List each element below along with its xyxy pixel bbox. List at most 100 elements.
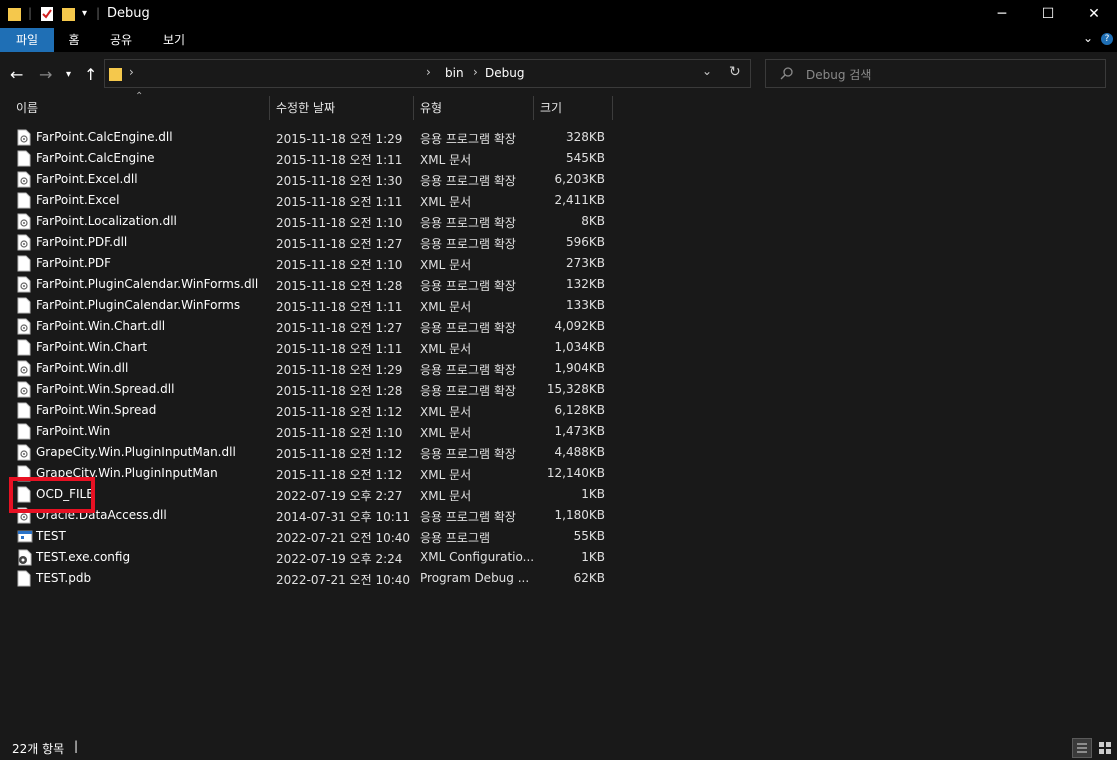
file-row[interactable]: FarPoint.Win.Spread.dll 2015-11-18 오전 1:2… — [13, 379, 613, 400]
file-type: 응용 프로그램 확장 — [420, 510, 516, 524]
tab-view[interactable]: 보기 — [155, 28, 193, 52]
title-bar: | ▾ | Debug ─ ☐ ✕ — [0, 0, 1117, 28]
address-bar[interactable]: › › bin › Debug ⌄ ↻ — [104, 59, 751, 88]
column-header-size[interactable]: 크기 — [540, 97, 610, 119]
dll-icon — [17, 129, 31, 146]
file-icon — [17, 339, 31, 356]
file-name: TEST.pdb — [36, 571, 92, 585]
file-row[interactable]: FarPoint.Win 2015-11-18 오전 1:10 XML 문서 1,47… — [13, 421, 613, 442]
window-title: Debug — [107, 6, 150, 21]
file-name: TEST.exe.config — [36, 550, 131, 564]
file-type: 응용 프로그램 확장 — [420, 279, 516, 293]
dll-icon — [17, 444, 31, 461]
file-size: 133KB — [565, 298, 605, 312]
column-header-name[interactable]: 이름 — [16, 97, 266, 119]
file-modified: 2015-11-18 오전 1:29 — [276, 363, 403, 377]
file-row[interactable]: TEST.exe.config 2022-07-19 오후 2:24 XML Con… — [13, 547, 613, 568]
file-type: XML Configuratio... — [420, 550, 535, 564]
file-row[interactable]: FarPoint.PDF 2015-11-18 오전 1:10 XML 문서 273K… — [13, 253, 613, 274]
file-row[interactable]: FarPoint.PDF.dll 2015-11-18 오전 1:27 응용 프로그… — [13, 232, 613, 253]
file-row[interactable]: FarPoint.Excel 2015-11-18 오전 1:11 XML 문서 2,… — [13, 190, 613, 211]
file-name: FarPoint.PluginCalendar.WinForms.dll — [36, 277, 259, 291]
up-icon[interactable]: ↑ — [84, 65, 97, 84]
file-size: 328KB — [565, 130, 605, 144]
file-row[interactable]: TEST 2022-07-21 오전 10:40 응용 프로그램 55KB — [13, 526, 613, 547]
tab-home[interactable]: 홈 — [56, 28, 92, 52]
file-row[interactable]: FarPoint.Localization.dll 2015-11-18 오전 1… — [13, 211, 613, 232]
file-type: XML 문서 — [420, 489, 472, 503]
column-divider[interactable] — [269, 96, 270, 120]
file-size: 273KB — [565, 256, 605, 270]
dll-icon — [17, 213, 31, 230]
column-header-type[interactable]: 유형 — [420, 97, 530, 119]
file-size: 62KB — [573, 571, 605, 585]
tab-file[interactable]: 파일 — [0, 28, 54, 52]
search-icon — [780, 67, 793, 80]
column-divider[interactable] — [533, 96, 534, 120]
back-icon[interactable]: ← — [10, 65, 23, 84]
file-modified: 2015-11-18 오전 1:11 — [276, 342, 403, 356]
file-row[interactable]: FarPoint.PluginCalendar.WinForms 2015-11-… — [13, 295, 613, 316]
search-box[interactable]: Debug 검색 — [765, 59, 1106, 88]
file-modified: 2014-07-31 오후 10:11 — [276, 510, 411, 524]
tab-share[interactable]: 공유 — [102, 28, 140, 52]
file-modified: 2015-11-18 오전 1:10 — [276, 258, 403, 272]
help-icon[interactable]: ? — [1101, 33, 1113, 45]
ribbon-expand-icon[interactable]: ⌄ — [1083, 31, 1093, 45]
file-size: 1KB — [581, 550, 605, 564]
file-row[interactable]: TEST.pdb 2022-07-21 오전 10:40 Program Debug… — [13, 568, 613, 589]
close-button[interactable]: ✕ — [1071, 0, 1117, 28]
recent-dropdown-icon[interactable]: ▾ — [66, 69, 71, 80]
column-divider[interactable] — [612, 96, 613, 120]
file-type: XML 문서 — [420, 468, 472, 482]
file-row[interactable]: FarPoint.PluginCalendar.WinForms.dll 2015… — [13, 274, 613, 295]
file-modified: 2022-07-19 오후 2:24 — [276, 552, 403, 566]
file-row[interactable]: GrapeCity.Win.PluginInputMan.dll 2015-11-… — [13, 442, 613, 463]
file-modified: 2015-11-18 오전 1:28 — [276, 279, 403, 293]
file-row[interactable]: FarPoint.Win.dll 2015-11-18 오전 1:29 응용 프로그… — [13, 358, 613, 379]
file-name: FarPoint.Win.dll — [36, 361, 129, 375]
file-row[interactable]: FarPoint.Win.Chart 2015-11-18 오전 1:11 XML … — [13, 337, 613, 358]
refresh-icon[interactable]: ↻ — [729, 64, 741, 80]
file-type: XML 문서 — [420, 153, 472, 167]
column-divider[interactable] — [413, 96, 414, 120]
file-size: 4,488KB — [554, 445, 605, 459]
status-bar: 22개 항목 | — [0, 737, 1117, 759]
minimize-button[interactable]: ─ — [979, 0, 1025, 28]
details-view-button[interactable] — [1072, 738, 1092, 758]
file-row[interactable]: FarPoint.Win.Spread 2015-11-18 오전 1:12 XML… — [13, 400, 613, 421]
file-modified: 2015-11-18 오전 1:10 — [276, 426, 403, 440]
file-name: FarPoint.Win — [36, 424, 111, 438]
file-modified: 2022-07-19 오후 2:27 — [276, 489, 403, 503]
file-type: 응용 프로그램 확장 — [420, 447, 516, 461]
properties-icon[interactable] — [40, 6, 54, 22]
qa-dropdown-icon[interactable]: ▾ — [82, 8, 87, 19]
file-row[interactable]: FarPoint.CalcEngine.dll 2015-11-18 오전 1:2… — [13, 127, 613, 148]
file-name: FarPoint.Win.Spread — [36, 403, 157, 417]
dll-icon — [17, 171, 31, 188]
large-icons-view-button[interactable] — [1096, 738, 1116, 758]
file-name: FarPoint.Win.Spread.dll — [36, 382, 175, 396]
breadcrumb-separator: › — [473, 65, 478, 79]
file-row[interactable]: FarPoint.CalcEngine 2015-11-18 오전 1:11 XML… — [13, 148, 613, 169]
file-row[interactable]: FarPoint.Excel.dll 2015-11-18 오전 1:30 응용 프… — [13, 169, 613, 190]
file-type: 응용 프로그램 확장 — [420, 132, 516, 146]
file-type: Program Debug ... — [420, 571, 530, 585]
breadcrumb-debug[interactable]: Debug — [485, 66, 524, 80]
file-size: 4,092KB — [554, 319, 605, 333]
new-folder-icon[interactable] — [62, 6, 76, 22]
forward-icon[interactable]: → — [39, 65, 52, 84]
file-type: 응용 프로그램 확장 — [420, 216, 516, 230]
file-row[interactable]: Oracle.DataAccess.dll 2014-07-31 오후 10:11… — [13, 505, 613, 526]
maximize-button[interactable]: ☐ — [1025, 0, 1071, 28]
file-row[interactable]: OCD_FILE 2022-07-19 오후 2:27 XML 문서 1KB — [13, 484, 613, 505]
file-size: 132KB — [565, 277, 605, 291]
address-dropdown-icon[interactable]: ⌄ — [702, 64, 712, 78]
breadcrumb-bin[interactable]: bin — [445, 66, 464, 80]
column-header-modified[interactable]: 수정한 날짜 — [276, 97, 410, 119]
file-modified: 2015-11-18 오전 1:12 — [276, 405, 403, 419]
file-size: 1,180KB — [554, 508, 605, 522]
file-row[interactable]: FarPoint.Win.Chart.dll 2015-11-18 오전 1:27… — [13, 316, 613, 337]
item-count: 22개 항목 — [12, 742, 65, 756]
file-row[interactable]: GrapeCity.Win.PluginInputMan 2015-11-18 오… — [13, 463, 613, 484]
